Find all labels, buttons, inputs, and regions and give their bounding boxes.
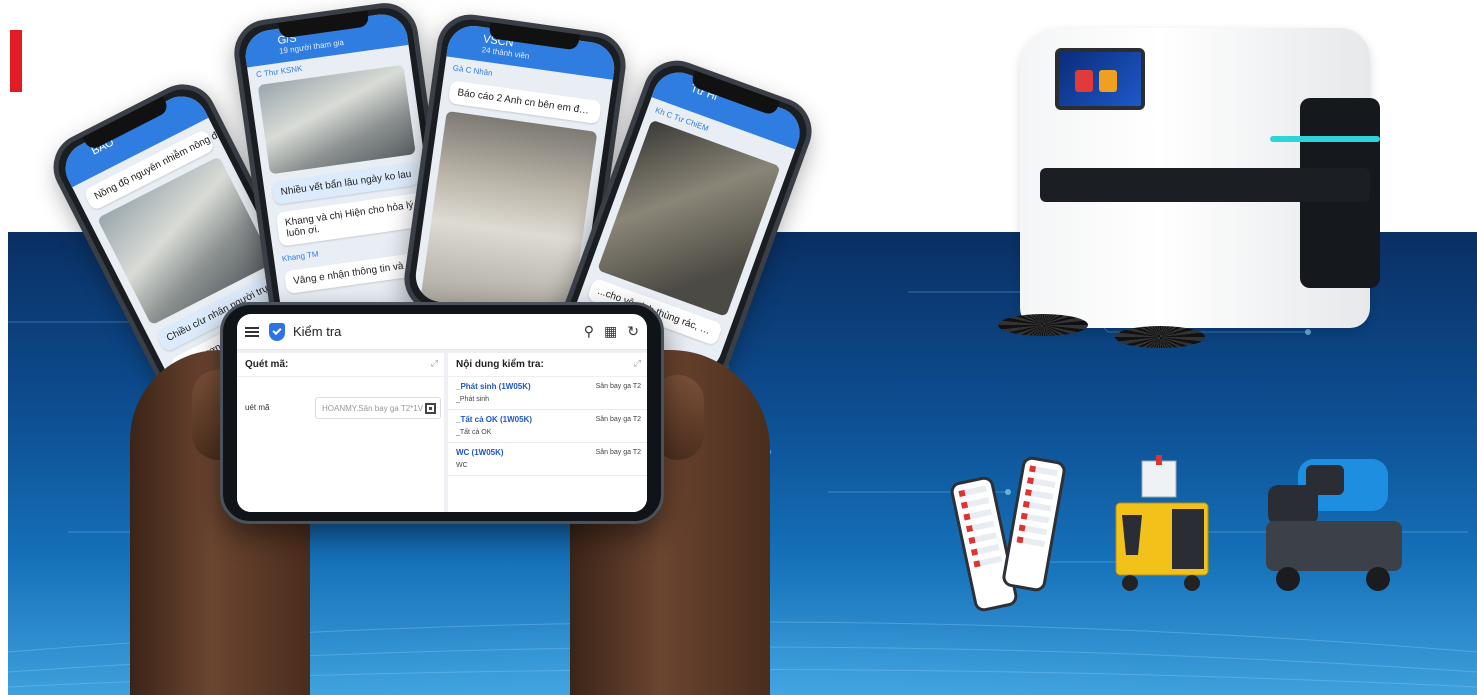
promo-banner: BẢO Nồng độ nguyên nhiễm nông độ cần phả… xyxy=(0,0,1477,695)
shield-icon xyxy=(269,322,285,341)
scan-pane-title: Quét mã: xyxy=(237,353,444,377)
scan-code-value: HOANMY.Sân bay ga T2*1V xyxy=(322,404,424,413)
inspection-item-desc: _Phát sinh xyxy=(456,396,490,403)
expand-icon[interactable]: ⤢ xyxy=(634,358,641,369)
robot-brush xyxy=(998,314,1088,336)
inspection-phone: Kiểm tra ⚲ ▦ ↻ Quét mã: ⤢ uét mã HOANMY.… xyxy=(220,302,664,524)
cleaning-robot-image xyxy=(998,18,1390,348)
grid-icon[interactable]: ▦ xyxy=(604,323,617,340)
app-panes: Quét mã: ⤢ uét mã HOANMY.Sân bay ga T2*1… xyxy=(237,350,647,512)
menu-icon[interactable] xyxy=(245,326,259,337)
inspection-item-desc: _Tất cả OK xyxy=(456,429,492,436)
janitor-cart-image xyxy=(1112,455,1212,595)
scan-row: uét mã HOANMY.Sân bay ga T2*1V xyxy=(237,397,444,421)
inspection-content-pane: Nội dung kiểm tra: ⤢ _Phát sinh (1W05K) … xyxy=(448,353,647,512)
refresh-icon[interactable]: ↻ xyxy=(627,323,639,340)
expand-icon[interactable]: ⤢ xyxy=(431,358,438,369)
app-title: Kiểm tra xyxy=(293,324,342,339)
inspection-item-location: Sân bay ga T2 xyxy=(595,449,641,456)
chat-photo xyxy=(257,64,416,175)
inspection-item[interactable]: WC (1W05K) Sân bay ga T2 WC xyxy=(448,443,647,476)
brand-accent-bar xyxy=(10,30,22,92)
scan-code-input[interactable]: HOANMY.Sân bay ga T2*1V xyxy=(315,397,441,419)
search-icon[interactable]: ⚲ xyxy=(584,323,594,340)
inspection-app-screen: Kiểm tra ⚲ ▦ ↻ Quét mã: ⤢ uét mã HOANMY.… xyxy=(237,314,647,512)
floor-scrubber-image xyxy=(1258,455,1408,595)
app-header: Kiểm tra ⚲ ▦ ↻ xyxy=(237,314,647,350)
robot-light-strip xyxy=(1270,136,1380,142)
robot-screen xyxy=(1055,48,1145,110)
inspection-item-location: Sân bay ga T2 xyxy=(595,416,641,423)
inspection-item[interactable]: _Phát sinh (1W05K) Sân bay ga T2 _Phát s… xyxy=(448,377,647,410)
content-pane-title: Nội dung kiểm tra: xyxy=(448,353,647,377)
inspection-item-location: Sân bay ga T2 xyxy=(595,383,641,390)
scan-pane: Quét mã: ⤢ uét mã HOANMY.Sân bay ga T2*1… xyxy=(237,353,444,512)
qr-code-icon[interactable] xyxy=(425,403,436,414)
inspection-item[interactable]: _Tất cả OK (1W05K) Sân bay ga T2 _Tất cả… xyxy=(448,410,647,443)
scan-field-label: uét mã xyxy=(245,403,270,412)
inspection-item-desc: WC xyxy=(456,462,468,469)
robot-brush xyxy=(1115,326,1205,348)
